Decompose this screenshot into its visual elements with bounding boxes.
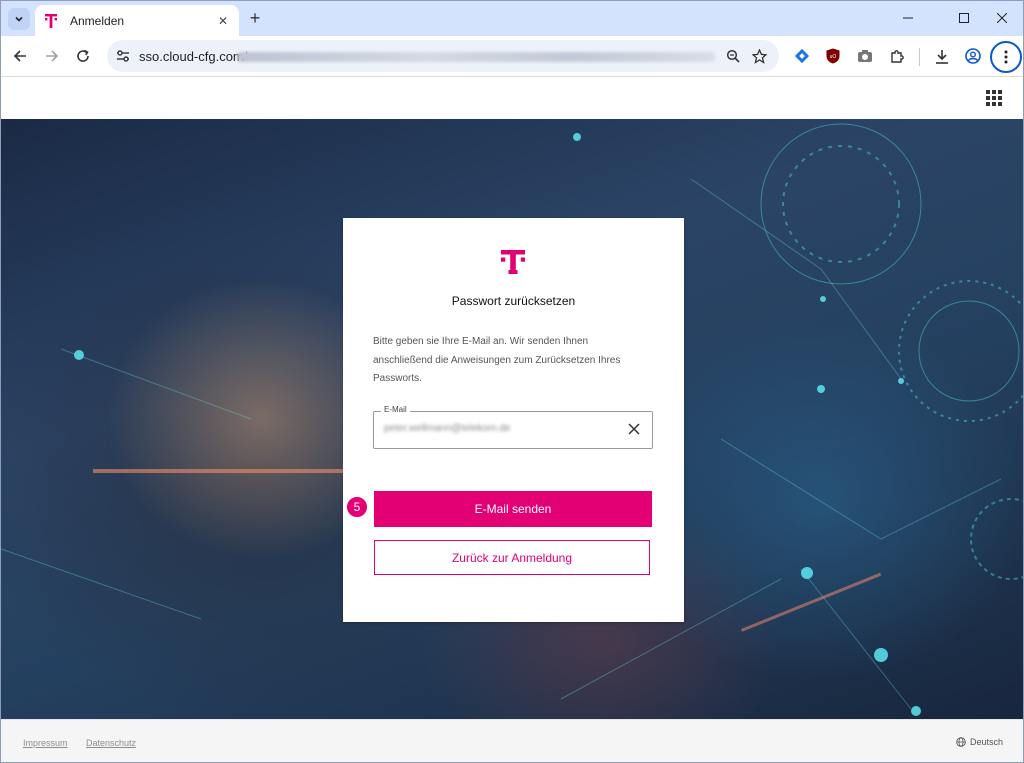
- arrow-right-icon: [46, 50, 59, 62]
- tab-strip: Anmelden ✕ +: [1, 1, 1023, 36]
- camera-icon[interactable]: [854, 45, 876, 67]
- apps-grid-icon[interactable]: [986, 90, 1002, 106]
- close-window-button[interactable]: [979, 1, 1023, 35]
- extension-diamond-icon[interactable]: [791, 45, 813, 67]
- reload-button[interactable]: [69, 42, 97, 70]
- minimize-button[interactable]: [885, 1, 931, 35]
- url-path-blurred: [237, 52, 715, 62]
- page-footer: Impressum Datenschutz Deutsch: [1, 719, 1023, 762]
- back-button[interactable]: [6, 42, 34, 70]
- send-email-button[interactable]: E-Mail senden: [374, 491, 652, 527]
- telekom-logo-icon: [501, 250, 525, 274]
- step-badge: 5: [345, 495, 369, 519]
- bookmark-star-icon[interactable]: [749, 46, 769, 66]
- tab-search-button[interactable]: [8, 8, 30, 30]
- language-selector[interactable]: Deutsch: [956, 737, 1003, 747]
- browser-window: Anmelden ✕ + sso.cloud-cfg.com/: [0, 0, 1024, 763]
- footer-link-datenschutz[interactable]: Datenschutz: [86, 738, 136, 748]
- card-title: Passwort zurücksetzen: [451, 294, 576, 308]
- back-to-login-button[interactable]: Zurück zur Anmeldung: [374, 540, 650, 575]
- more-vert-icon: [1004, 50, 1008, 64]
- extensions-puzzle-icon[interactable]: [886, 45, 908, 67]
- card-description: Bitte geben sie Ihre E-Mail an. Wir send…: [373, 336, 621, 384]
- telekom-favicon-icon: [44, 13, 58, 28]
- browser-toolbar: sso.cloud-cfg.com/ uO: [1, 36, 1023, 77]
- email-field[interactable]: E-Mail peter.wellmann@telekom.de: [373, 405, 653, 449]
- new-tab-button[interactable]: +: [245, 8, 265, 28]
- toolbar-separator: [919, 48, 920, 66]
- email-field-value[interactable]: peter.wellmann@telekom.de: [384, 423, 510, 434]
- svg-text:uO: uO: [830, 54, 837, 60]
- footer-link-impressum[interactable]: Impressum: [23, 738, 68, 748]
- tab-close-icon[interactable]: ✕: [213, 11, 233, 31]
- profile-avatar-icon[interactable]: [962, 45, 984, 67]
- zoom-icon[interactable]: [723, 46, 743, 66]
- clear-field-icon[interactable]: [626, 421, 642, 437]
- chevron-down-icon: [15, 16, 23, 22]
- forward-button[interactable]: [38, 42, 66, 70]
- reload-icon: [77, 49, 89, 62]
- language-label: Deutsch: [969, 737, 1003, 747]
- url-host: sso.cloud-cfg.com/: [139, 49, 247, 64]
- browser-menu-button[interactable]: [990, 41, 1022, 73]
- reset-password-card: Passwort zurücksetzen Bitte geben sie Ih…: [343, 218, 684, 622]
- tab-anmelden[interactable]: Anmelden ✕: [35, 5, 239, 36]
- tab-title: Anmelden: [70, 13, 125, 28]
- arrow-left-icon: [13, 50, 26, 62]
- email-field-label: E-Mail: [381, 405, 410, 414]
- download-icon[interactable]: [931, 45, 953, 67]
- address-bar[interactable]: sso.cloud-cfg.com/: [107, 40, 779, 72]
- site-info-icon[interactable]: [113, 46, 133, 66]
- globe-icon: [956, 737, 966, 747]
- page-header: [1, 77, 1023, 119]
- ublock-shield-icon[interactable]: uO: [822, 45, 844, 67]
